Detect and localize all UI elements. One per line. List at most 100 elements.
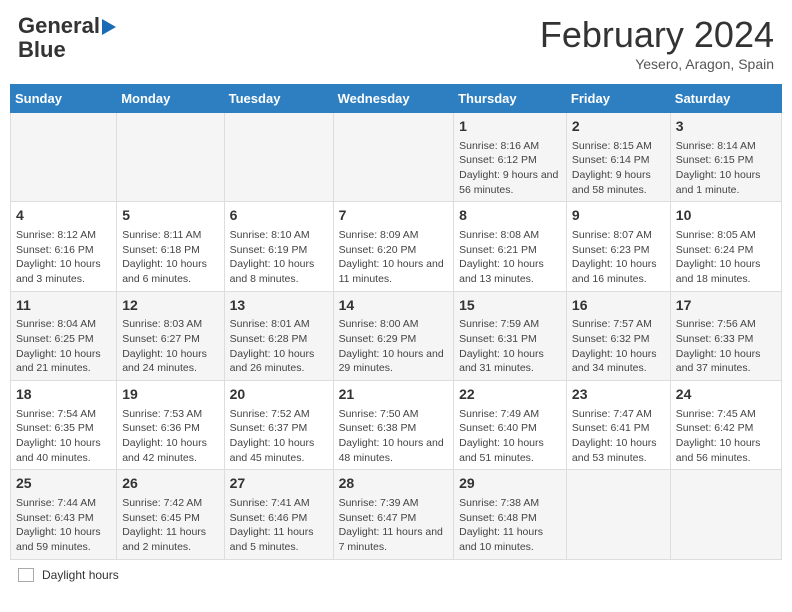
- day-info: Sunrise: 7:59 AM Sunset: 6:31 PM Dayligh…: [459, 317, 561, 376]
- day-header: Saturday: [670, 85, 781, 113]
- calendar-cell: [117, 113, 224, 202]
- day-number: 27: [230, 474, 328, 494]
- calendar-cell: 1Sunrise: 8:16 AM Sunset: 6:12 PM Daylig…: [454, 113, 567, 202]
- logo-text: General: [18, 14, 116, 38]
- day-number: 28: [339, 474, 449, 494]
- day-info: Sunrise: 8:00 AM Sunset: 6:29 PM Dayligh…: [339, 317, 449, 376]
- day-number: 6: [230, 206, 328, 226]
- calendar-week-row: 11Sunrise: 8:04 AM Sunset: 6:25 PM Dayli…: [11, 291, 782, 380]
- day-info: Sunrise: 8:09 AM Sunset: 6:20 PM Dayligh…: [339, 228, 449, 287]
- calendar-cell: 6Sunrise: 8:10 AM Sunset: 6:19 PM Daylig…: [224, 202, 333, 291]
- main-title: February 2024: [540, 14, 774, 56]
- day-number: 19: [122, 385, 218, 405]
- calendar-cell: 11Sunrise: 8:04 AM Sunset: 6:25 PM Dayli…: [11, 291, 117, 380]
- calendar-cell: 20Sunrise: 7:52 AM Sunset: 6:37 PM Dayli…: [224, 381, 333, 470]
- day-number: 9: [572, 206, 665, 226]
- day-number: 16: [572, 296, 665, 316]
- calendar-cell: 3Sunrise: 8:14 AM Sunset: 6:15 PM Daylig…: [670, 113, 781, 202]
- calendar-cell: 21Sunrise: 7:50 AM Sunset: 6:38 PM Dayli…: [333, 381, 454, 470]
- calendar-cell: 17Sunrise: 7:56 AM Sunset: 6:33 PM Dayli…: [670, 291, 781, 380]
- day-number: 11: [16, 296, 111, 316]
- calendar-cell: 27Sunrise: 7:41 AM Sunset: 6:46 PM Dayli…: [224, 470, 333, 559]
- day-info: Sunrise: 7:57 AM Sunset: 6:32 PM Dayligh…: [572, 317, 665, 376]
- day-number: 3: [676, 117, 776, 137]
- day-number: 13: [230, 296, 328, 316]
- calendar-cell: 13Sunrise: 8:01 AM Sunset: 6:28 PM Dayli…: [224, 291, 333, 380]
- page-header: General Blue February 2024 Yesero, Arago…: [10, 10, 782, 76]
- day-header: Friday: [566, 85, 670, 113]
- calendar-cell: 7Sunrise: 8:09 AM Sunset: 6:20 PM Daylig…: [333, 202, 454, 291]
- calendar-cell: [566, 470, 670, 559]
- day-info: Sunrise: 8:01 AM Sunset: 6:28 PM Dayligh…: [230, 317, 328, 376]
- calendar-week-row: 1Sunrise: 8:16 AM Sunset: 6:12 PM Daylig…: [11, 113, 782, 202]
- day-number: 17: [676, 296, 776, 316]
- calendar-week-row: 25Sunrise: 7:44 AM Sunset: 6:43 PM Dayli…: [11, 470, 782, 559]
- day-number: 24: [676, 385, 776, 405]
- day-info: Sunrise: 8:16 AM Sunset: 6:12 PM Dayligh…: [459, 139, 561, 198]
- calendar-cell: 5Sunrise: 8:11 AM Sunset: 6:18 PM Daylig…: [117, 202, 224, 291]
- day-info: Sunrise: 8:12 AM Sunset: 6:16 PM Dayligh…: [16, 228, 111, 287]
- calendar-cell: 23Sunrise: 7:47 AM Sunset: 6:41 PM Dayli…: [566, 381, 670, 470]
- day-header: Monday: [117, 85, 224, 113]
- calendar-cell: 8Sunrise: 8:08 AM Sunset: 6:21 PM Daylig…: [454, 202, 567, 291]
- calendar-cell: [11, 113, 117, 202]
- calendar-cell: 19Sunrise: 7:53 AM Sunset: 6:36 PM Dayli…: [117, 381, 224, 470]
- day-info: Sunrise: 7:56 AM Sunset: 6:33 PM Dayligh…: [676, 317, 776, 376]
- day-number: 2: [572, 117, 665, 137]
- day-header: Thursday: [454, 85, 567, 113]
- calendar-week-row: 18Sunrise: 7:54 AM Sunset: 6:35 PM Dayli…: [11, 381, 782, 470]
- day-info: Sunrise: 7:54 AM Sunset: 6:35 PM Dayligh…: [16, 407, 111, 466]
- day-info: Sunrise: 7:41 AM Sunset: 6:46 PM Dayligh…: [230, 496, 328, 555]
- day-number: 23: [572, 385, 665, 405]
- day-info: Sunrise: 8:03 AM Sunset: 6:27 PM Dayligh…: [122, 317, 218, 376]
- calendar-cell: 2Sunrise: 8:15 AM Sunset: 6:14 PM Daylig…: [566, 113, 670, 202]
- daylight-box: [18, 568, 34, 582]
- day-header: Wednesday: [333, 85, 454, 113]
- title-block: February 2024 Yesero, Aragon, Spain: [540, 14, 774, 72]
- calendar-cell: 26Sunrise: 7:42 AM Sunset: 6:45 PM Dayli…: [117, 470, 224, 559]
- subtitle: Yesero, Aragon, Spain: [540, 56, 774, 72]
- day-info: Sunrise: 7:47 AM Sunset: 6:41 PM Dayligh…: [572, 407, 665, 466]
- calendar-cell: 22Sunrise: 7:49 AM Sunset: 6:40 PM Dayli…: [454, 381, 567, 470]
- calendar-cell: 25Sunrise: 7:44 AM Sunset: 6:43 PM Dayli…: [11, 470, 117, 559]
- calendar-cell: 4Sunrise: 8:12 AM Sunset: 6:16 PM Daylig…: [11, 202, 117, 291]
- calendar-table: SundayMondayTuesdayWednesdayThursdayFrid…: [10, 84, 782, 560]
- day-header: Tuesday: [224, 85, 333, 113]
- day-number: 1: [459, 117, 561, 137]
- calendar-cell: [224, 113, 333, 202]
- day-info: Sunrise: 8:07 AM Sunset: 6:23 PM Dayligh…: [572, 228, 665, 287]
- day-info: Sunrise: 8:04 AM Sunset: 6:25 PM Dayligh…: [16, 317, 111, 376]
- day-info: Sunrise: 7:53 AM Sunset: 6:36 PM Dayligh…: [122, 407, 218, 466]
- day-number: 15: [459, 296, 561, 316]
- day-number: 5: [122, 206, 218, 226]
- day-number: 29: [459, 474, 561, 494]
- day-number: 10: [676, 206, 776, 226]
- day-info: Sunrise: 8:14 AM Sunset: 6:15 PM Dayligh…: [676, 139, 776, 198]
- day-number: 26: [122, 474, 218, 494]
- day-info: Sunrise: 8:08 AM Sunset: 6:21 PM Dayligh…: [459, 228, 561, 287]
- day-header: Sunday: [11, 85, 117, 113]
- day-info: Sunrise: 7:49 AM Sunset: 6:40 PM Dayligh…: [459, 407, 561, 466]
- footer: Daylight hours: [10, 566, 782, 584]
- day-number: 12: [122, 296, 218, 316]
- day-info: Sunrise: 8:10 AM Sunset: 6:19 PM Dayligh…: [230, 228, 328, 287]
- logo-blue-text: Blue: [18, 37, 66, 62]
- day-info: Sunrise: 7:42 AM Sunset: 6:45 PM Dayligh…: [122, 496, 218, 555]
- daylight-label: Daylight hours: [42, 568, 119, 582]
- day-info: Sunrise: 7:39 AM Sunset: 6:47 PM Dayligh…: [339, 496, 449, 555]
- day-number: 4: [16, 206, 111, 226]
- day-info: Sunrise: 7:50 AM Sunset: 6:38 PM Dayligh…: [339, 407, 449, 466]
- day-info: Sunrise: 7:52 AM Sunset: 6:37 PM Dayligh…: [230, 407, 328, 466]
- day-number: 14: [339, 296, 449, 316]
- calendar-cell: 10Sunrise: 8:05 AM Sunset: 6:24 PM Dayli…: [670, 202, 781, 291]
- day-info: Sunrise: 8:11 AM Sunset: 6:18 PM Dayligh…: [122, 228, 218, 287]
- day-info: Sunrise: 8:15 AM Sunset: 6:14 PM Dayligh…: [572, 139, 665, 198]
- day-number: 22: [459, 385, 561, 405]
- day-number: 25: [16, 474, 111, 494]
- day-number: 8: [459, 206, 561, 226]
- calendar-cell: 14Sunrise: 8:00 AM Sunset: 6:29 PM Dayli…: [333, 291, 454, 380]
- calendar-cell: 16Sunrise: 7:57 AM Sunset: 6:32 PM Dayli…: [566, 291, 670, 380]
- calendar-week-row: 4Sunrise: 8:12 AM Sunset: 6:16 PM Daylig…: [11, 202, 782, 291]
- calendar-header-row: SundayMondayTuesdayWednesdayThursdayFrid…: [11, 85, 782, 113]
- day-info: Sunrise: 7:38 AM Sunset: 6:48 PM Dayligh…: [459, 496, 561, 555]
